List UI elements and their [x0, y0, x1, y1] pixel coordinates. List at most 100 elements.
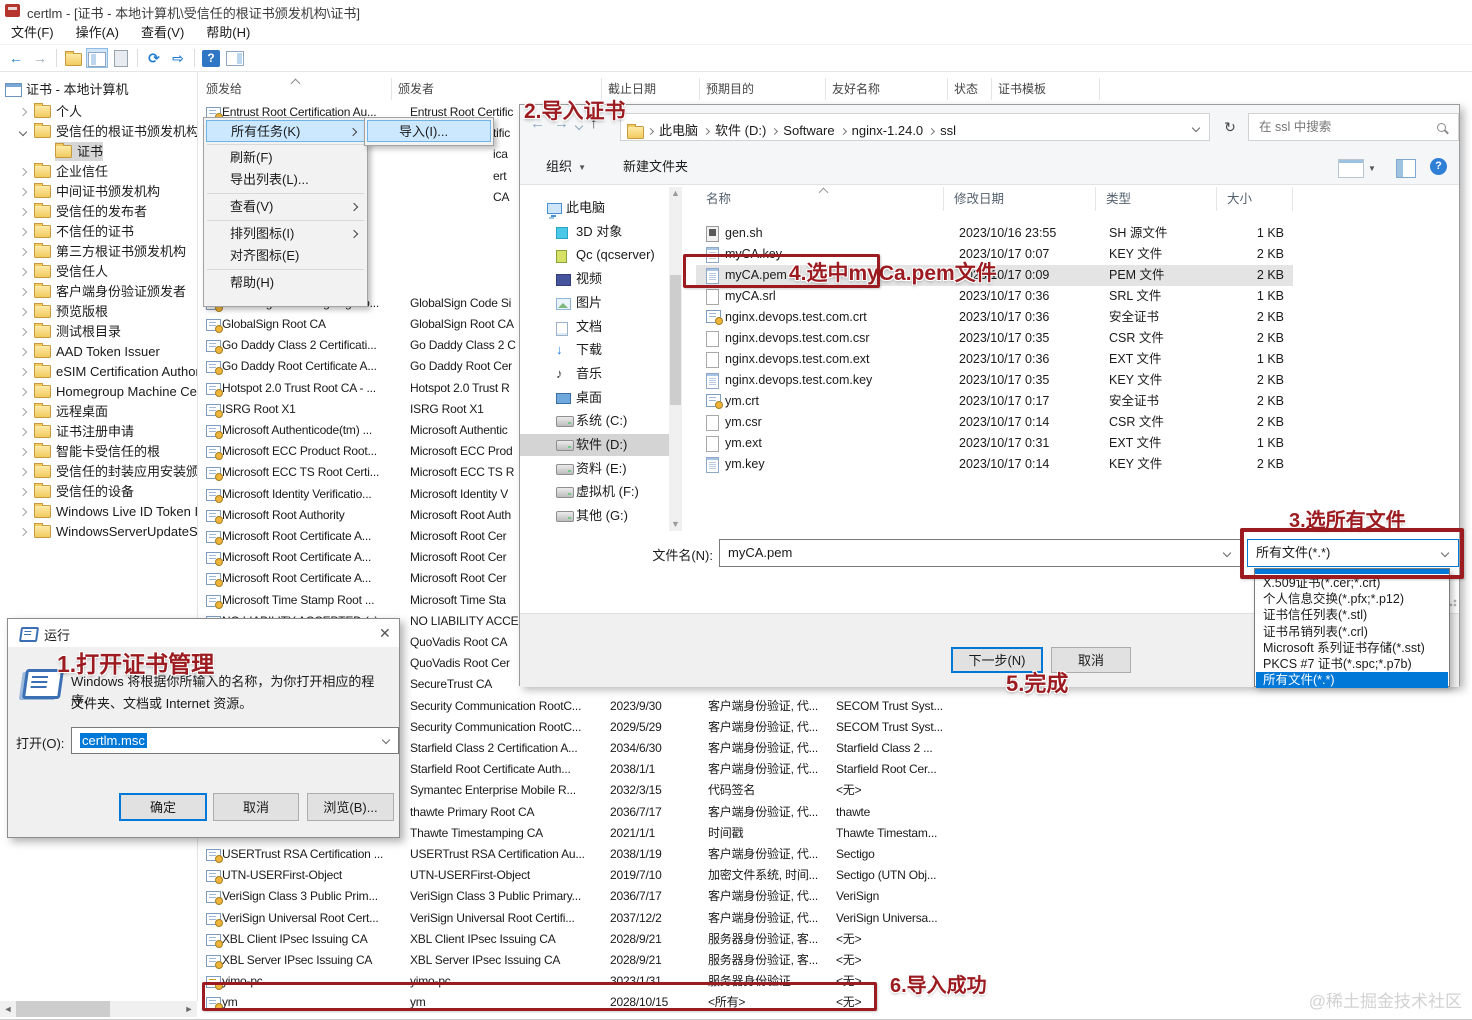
tree-item-19[interactable]: 受信任的设备: [0, 482, 197, 501]
new-folder-button[interactable]: 新建文件夹: [623, 156, 688, 178]
filetype-option-1[interactable]: 个人信息交换(*.pfx;*.p12): [1256, 591, 1448, 607]
chevron-right-icon[interactable]: [19, 288, 27, 296]
chevron-right-icon[interactable]: [19, 348, 27, 356]
context-menu-item-5[interactable]: 查看(V): [206, 196, 365, 218]
scrollbar-thumb[interactable]: [670, 275, 681, 405]
refresh-icon[interactable]: ↻: [1217, 113, 1243, 141]
file-row[interactable]: nginx.devops.test.com.crt2023/10/17 0:36…: [696, 307, 1293, 328]
certificate-row[interactable]: XBL Server IPsec Issuing CAXBL Server IP…: [200, 950, 1472, 971]
tree-item-1[interactable]: 受信任的根证书颁发机构: [0, 122, 197, 141]
cancel-button[interactable]: 取消: [213, 793, 299, 821]
scroll-up-icon[interactable]: ▲: [669, 187, 682, 200]
chevron-right-icon[interactable]: [19, 208, 27, 216]
chevron-down-icon[interactable]: [382, 736, 390, 744]
file-column-header-1[interactable]: 修改日期: [944, 187, 1096, 211]
filetype-option-4[interactable]: Microsoft 系列证书存储(*.sst): [1256, 640, 1448, 656]
chevron-down-icon[interactable]: ▼: [1368, 164, 1376, 173]
nav-item-5[interactable]: 文档: [520, 316, 669, 338]
tree-item-17[interactable]: 智能卡受信任的根: [0, 442, 197, 461]
column-header-3[interactable]: 预期目的: [700, 78, 826, 100]
nav-item-4[interactable]: 图片: [520, 292, 669, 314]
copy-icon[interactable]: [110, 48, 132, 68]
tree-item-8[interactable]: 受信任人: [0, 262, 197, 281]
chevron-right-icon[interactable]: [19, 428, 27, 436]
chevron-right-icon[interactable]: [19, 508, 27, 516]
tree-item-2[interactable]: 证书: [0, 142, 197, 161]
context-menu-item-3[interactable]: 导出列表(L)...: [206, 169, 365, 191]
help-icon[interactable]: ?: [202, 50, 220, 67]
tree-item-7[interactable]: 第三方根证书颁发机构: [0, 242, 197, 261]
nav-item-11[interactable]: 资料 (E:): [520, 458, 669, 480]
forward-icon[interactable]: →: [29, 48, 51, 68]
organize-button[interactable]: 组织▼: [546, 156, 572, 178]
context-submenu-item-import[interactable]: 导入(I)...: [367, 120, 491, 142]
file-row[interactable]: nginx.devops.test.com.csr2023/10/17 0:35…: [696, 328, 1293, 349]
filetype-option-5[interactable]: PKCS #7 证书(*.spc;*.p7b): [1256, 656, 1448, 672]
certificate-row[interactable]: VeriSign Class 3 Public Prim...VeriSign …: [200, 886, 1472, 907]
tree-item-4[interactable]: 中间证书颁发机构: [0, 182, 197, 201]
filetype-option-2[interactable]: 证书信任列表(*.stl): [1256, 607, 1448, 623]
certificate-row[interactable]: VeriSign Universal Root Cert...VeriSign …: [200, 908, 1472, 929]
nav-item-3[interactable]: 视频: [520, 268, 669, 290]
file-row[interactable]: ym.key2023/10/17 0:14KEY 文件2 KB: [696, 454, 1293, 475]
nav-item-6[interactable]: ↓下载: [520, 339, 669, 361]
filename-input[interactable]: myCA.pem: [719, 539, 1241, 567]
tree-item-16[interactable]: 证书注册申请: [0, 422, 197, 441]
certificate-row[interactable]: XBL Client IPsec Issuing CAXBL Client IP…: [200, 929, 1472, 950]
chevron-right-icon[interactable]: [19, 268, 27, 276]
breadcrumb-segment-2[interactable]: Software: [779, 117, 838, 141]
chevron-right-icon[interactable]: [19, 488, 27, 496]
chevron-right-icon[interactable]: [19, 108, 27, 116]
chevron-right-icon[interactable]: [19, 308, 27, 316]
back-icon[interactable]: ←: [5, 48, 27, 68]
menu-item-2[interactable]: 查看(V): [130, 23, 195, 43]
tree-item-20[interactable]: Windows Live ID Token Is: [0, 502, 197, 521]
refresh-icon[interactable]: ⟳: [143, 48, 165, 68]
preview-pane-icon[interactable]: [1396, 159, 1416, 178]
file-row[interactable]: myCA.srl2023/10/17 0:36SRL 文件1 KB: [696, 286, 1293, 307]
nav-item-1[interactable]: 3D 对象: [520, 221, 669, 243]
chevron-right-icon[interactable]: [19, 168, 27, 176]
context-menu-item-8[interactable]: 对齐图标(E): [206, 245, 365, 267]
scroll-down-icon[interactable]: ▼: [669, 518, 682, 531]
menu-item-0[interactable]: 文件(F): [0, 23, 65, 43]
search-box[interactable]: [1248, 113, 1459, 141]
certificate-row[interactable]: UTN-USERFirst-ObjectUTN-USERFirst-Object…: [200, 865, 1472, 886]
tree-item-21[interactable]: WindowsServerUpdateSer: [0, 522, 197, 541]
tree-item-9[interactable]: 客户端身份验证颁发者: [0, 282, 197, 301]
search-input[interactable]: [1257, 119, 1431, 135]
breadcrumb-segment-4[interactable]: ssl: [936, 117, 960, 141]
chevron-right-icon[interactable]: [19, 468, 27, 476]
tree-item-18[interactable]: 受信任的封装应用安装颁发机: [0, 462, 197, 481]
context-menu-item-0[interactable]: 所有任务(K): [206, 120, 365, 142]
export-list-icon[interactable]: ⇨: [167, 48, 189, 68]
ok-button[interactable]: 确定: [119, 793, 207, 821]
close-icon[interactable]: ✕: [379, 625, 391, 642]
nav-item-10[interactable]: 软件 (D:): [520, 434, 669, 456]
tree-item-3[interactable]: 企业信任: [0, 162, 197, 181]
chevron-right-icon[interactable]: [19, 448, 27, 456]
file-row[interactable]: nginx.devops.test.com.key2023/10/17 0:35…: [696, 370, 1293, 391]
search-icon[interactable]: [1437, 123, 1446, 132]
file-row[interactable]: ym.crt2023/10/17 0:17安全证书2 KB: [696, 391, 1293, 412]
chevron-down-icon[interactable]: [1192, 124, 1200, 132]
column-header-4[interactable]: 友好名称: [826, 78, 948, 100]
file-row[interactable]: gen.sh2023/10/16 23:55SH 源文件1 KB: [696, 223, 1293, 244]
file-column-header-3[interactable]: 大小: [1217, 187, 1293, 211]
open-input[interactable]: certlm.msc: [71, 727, 399, 754]
file-row[interactable]: ym.csr2023/10/17 0:14CSR 文件2 KB: [696, 412, 1293, 433]
browse-button[interactable]: 浏览(B)...: [307, 793, 394, 821]
chevron-down-icon[interactable]: [19, 128, 27, 136]
show-console-tree-icon[interactable]: [86, 48, 108, 68]
breadcrumb-segment-1[interactable]: 软件 (D:): [711, 117, 770, 141]
nav-item-0[interactable]: 此电脑: [520, 197, 669, 219]
context-menu-item-2[interactable]: 刷新(F): [206, 147, 365, 169]
breadcrumb-segment-3[interactable]: nginx-1.24.0: [848, 117, 928, 141]
nav-item-13[interactable]: 其他 (G:): [520, 505, 669, 527]
tree-item-15[interactable]: 远程桌面: [0, 402, 197, 421]
tree-item-5[interactable]: 受信任的发布者: [0, 202, 197, 221]
help-icon[interactable]: ?: [1430, 158, 1447, 175]
chevron-right-icon[interactable]: [19, 228, 27, 236]
action-pane-icon[interactable]: [224, 48, 246, 68]
context-menu-item-7[interactable]: 排列图标(I): [206, 223, 365, 245]
